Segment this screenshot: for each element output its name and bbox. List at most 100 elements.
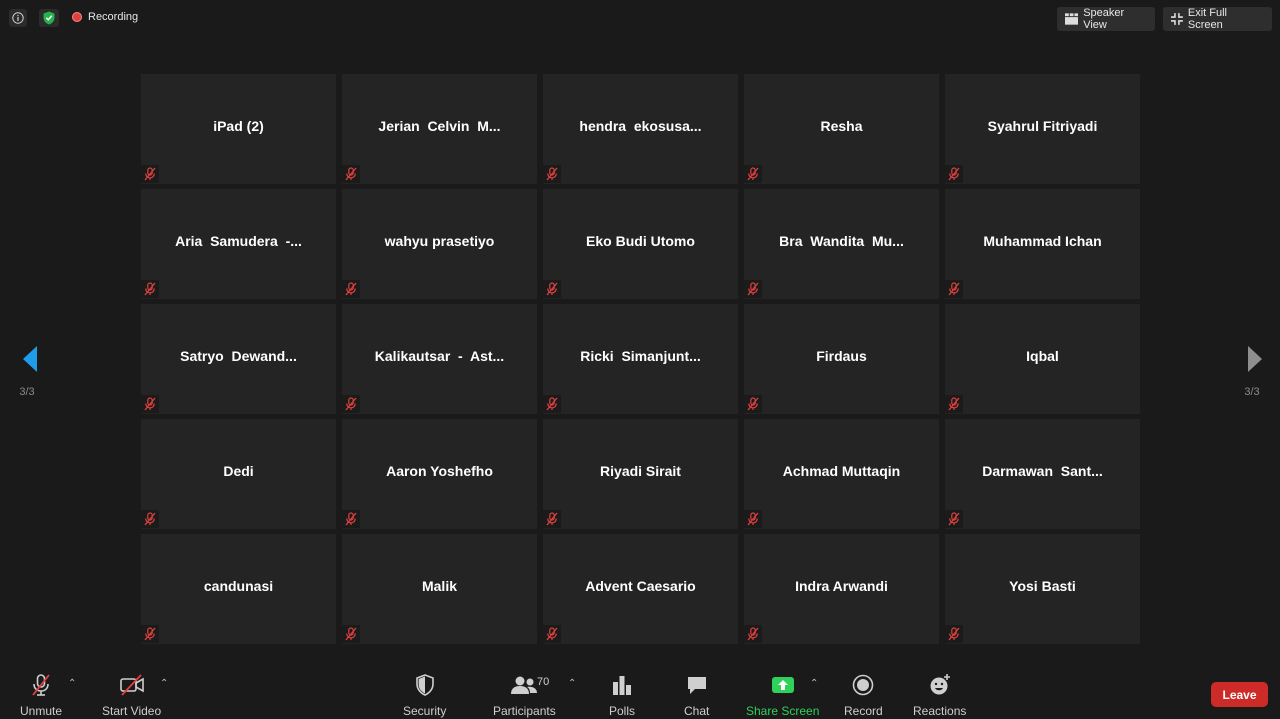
participants-count: 70 [537, 676, 550, 688]
participant-tile[interactable]: Darmawan Sant... [945, 419, 1140, 529]
exit-fullscreen-button[interactable]: Exit Full Screen [1163, 7, 1272, 31]
participant-gallery: iPad (2) Jerian Celvin M... hendra ekosusa… [141, 74, 1140, 644]
muted-microphone-icon [945, 510, 963, 528]
security-button[interactable]: Security [403, 673, 446, 718]
participant-name: Ricki Simanjunt... [580, 348, 701, 364]
speaker-view-button[interactable]: Speaker View [1057, 7, 1155, 31]
muted-microphone-icon [744, 395, 762, 413]
participant-tile[interactable]: Syahrul Fitriyadi [945, 74, 1140, 184]
participant-tile[interactable]: Aria Samudera -... [141, 189, 336, 299]
participant-name: Aria Samudera -... [175, 233, 302, 249]
share-screen-button[interactable]: Share Screen [746, 673, 819, 718]
participant-tile[interactable]: Indra Arwandi [744, 534, 939, 644]
participant-name: Resha [820, 118, 863, 134]
muted-microphone-icon [945, 395, 963, 413]
participant-tile[interactable]: Firdaus [744, 304, 939, 414]
participant-tile[interactable]: Resha [744, 74, 939, 184]
recording-indicator[interactable]: Recording [72, 11, 138, 23]
shield-check-icon [43, 11, 55, 25]
chat-bubble-icon [687, 677, 706, 694]
participant-name: Kalikautsar - Ast... [374, 348, 505, 364]
participant-name: wahyu prasetiyo [384, 233, 495, 249]
audio-options-caret-icon[interactable]: ⌃ [68, 678, 76, 689]
participant-tile[interactable]: Bra Wandita Mu... [744, 189, 939, 299]
muted-microphone-icon [543, 625, 561, 643]
participant-tile[interactable]: Muhammad Ichan [945, 189, 1140, 299]
record-icon [853, 674, 874, 696]
participant-name: Jerian Celvin M... [378, 118, 501, 134]
info-button[interactable] [9, 9, 27, 27]
participant-name: Satryo Dewand... [180, 348, 297, 364]
participants-options-caret-icon[interactable]: ⌃ [568, 678, 576, 689]
participant-tile[interactable]: Yosi Basti [945, 534, 1140, 644]
participant-name: Advent Caesario [585, 578, 696, 594]
participant-tile[interactable]: Ricki Simanjunt... [543, 304, 738, 414]
participant-tile[interactable]: wahyu prasetiyo [342, 189, 537, 299]
participant-name: Firdaus [816, 348, 867, 364]
participant-tile[interactable]: Riyadi Sirait [543, 419, 738, 529]
unmute-label: Unmute [20, 704, 63, 718]
next-page-control[interactable]: 3/3 [1237, 345, 1267, 398]
start-video-button[interactable]: Start Video [102, 673, 161, 718]
participant-tile[interactable]: Eko Budi Utomo [543, 189, 738, 299]
video-options-caret-icon[interactable]: ⌃ [160, 678, 168, 689]
participant-tile[interactable]: Achmad Muttaqin [744, 419, 939, 529]
start-video-label: Start Video [102, 704, 162, 718]
participant-tile[interactable]: Aaron Yoshefho [342, 419, 537, 529]
page-indicator-right: 3/3 [1244, 386, 1260, 398]
top-bar: Recording Speaker View Exit Full Screen [0, 0, 1280, 38]
participant-tile[interactable]: Jerian Celvin M... [342, 74, 537, 184]
arrow-right-icon [1248, 346, 1262, 372]
participant-tile[interactable]: Iqbal [945, 304, 1140, 414]
participant-tile[interactable]: Kalikautsar - Ast... [342, 304, 537, 414]
polls-button[interactable]: Polls [609, 673, 635, 718]
muted-microphone-icon [744, 280, 762, 298]
record-button[interactable]: Record [844, 673, 883, 718]
previous-page-control[interactable]: 3/3 [12, 345, 42, 398]
muted-microphone-icon [543, 510, 561, 528]
muted-microphone-icon [141, 625, 159, 643]
polls-chart-icon [613, 676, 631, 695]
participant-name: Achmad Muttaqin [782, 463, 901, 479]
participant-tile[interactable]: hendra ekosusa... [543, 74, 738, 184]
muted-microphone-icon [945, 625, 963, 643]
participant-name: Malik [421, 578, 457, 594]
record-label: Record [844, 704, 883, 718]
share-screen-label: Share Screen [746, 704, 820, 718]
participant-name: Dedi [223, 463, 254, 479]
muted-microphone-icon [342, 165, 360, 183]
participant-tile[interactable]: candunasi [141, 534, 336, 644]
share-options-caret-icon[interactable]: ⌃ [810, 678, 818, 689]
meeting-toolbar: Unmute ⌃ Start Video ⌃ Security Particip… [0, 663, 1280, 719]
participant-tile[interactable]: Dedi [141, 419, 336, 529]
unmute-button[interactable]: Unmute [20, 673, 62, 718]
participant-tile[interactable]: iPad (2) [141, 74, 336, 184]
muted-microphone-icon [342, 395, 360, 413]
participant-name: Indra Arwandi [795, 578, 888, 594]
muted-microphone-icon [744, 625, 762, 643]
reactions-button[interactable]: Reactions [913, 673, 966, 718]
muted-microphone-icon [342, 280, 360, 298]
participants-icon [511, 676, 538, 694]
participant-name: hendra ekosusa... [579, 118, 702, 134]
participant-tile[interactable]: Malik [342, 534, 537, 644]
participant-name: Yosi Basti [1009, 578, 1076, 594]
muted-microphone-icon [945, 165, 963, 183]
security-shield-icon [415, 674, 434, 696]
muted-microphone-icon [342, 510, 360, 528]
muted-microphone-icon [945, 280, 963, 298]
participant-tile[interactable]: Satryo Dewand... [141, 304, 336, 414]
polls-label: Polls [609, 704, 636, 718]
participant-name: Bra Wandita Mu... [779, 233, 904, 249]
leave-button[interactable]: Leave [1211, 682, 1268, 707]
chat-button[interactable]: Chat [684, 673, 709, 718]
share-screen-icon [771, 677, 794, 693]
video-camera-off-icon [119, 674, 144, 696]
muted-microphone-icon [141, 510, 159, 528]
participant-tile[interactable]: Advent Caesario [543, 534, 738, 644]
participant-name: Riyadi Sirait [600, 463, 681, 479]
participant-name: Aaron Yoshefho [386, 463, 493, 479]
participant-name: Muhammad Ichan [983, 233, 1102, 249]
speaker-view-label: Speaker View [1083, 7, 1125, 31]
encryption-shield-button[interactable] [39, 9, 59, 27]
